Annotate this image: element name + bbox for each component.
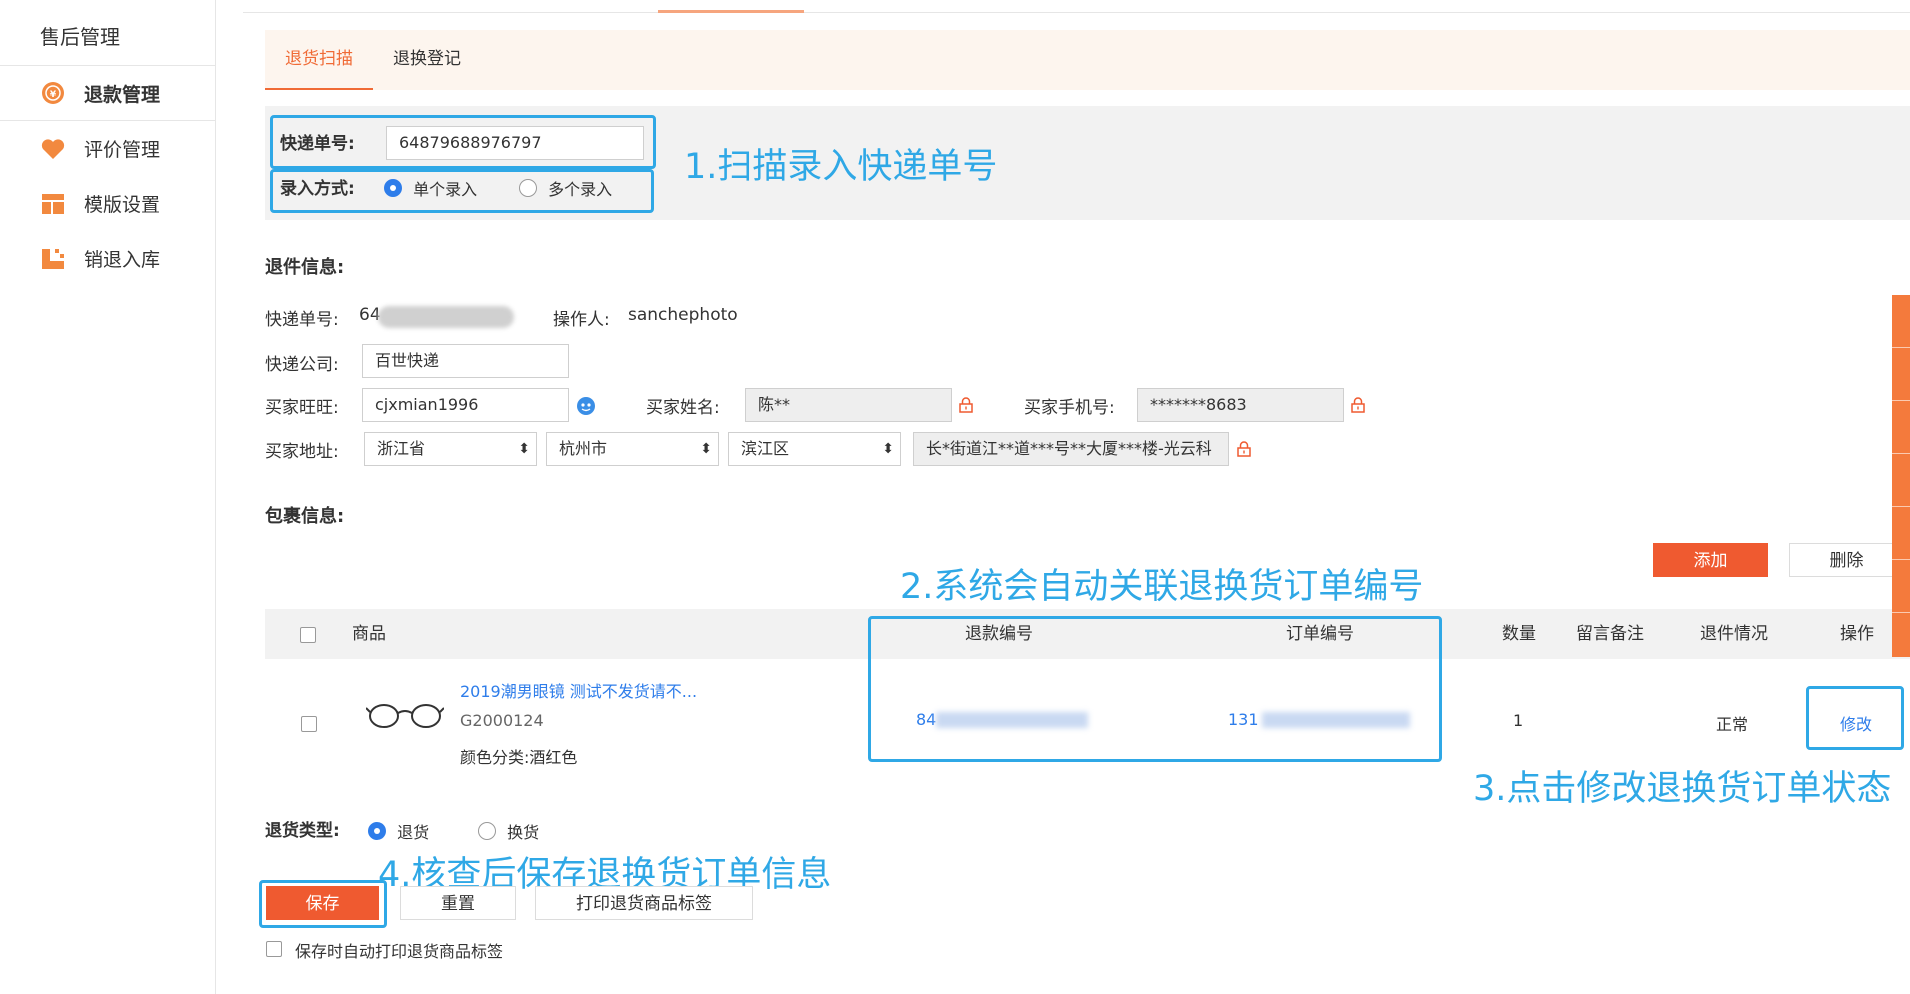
top-divider [243, 12, 1910, 13]
annotation-step1: 1.扫描录入快递单号 [684, 147, 998, 187]
type-return-option[interactable]: 退货 [368, 819, 429, 843]
print-label-button[interactable]: 打印退货商品标签 [535, 886, 753, 920]
auto-print-label: 保存时自动打印退货商品标签 [295, 942, 504, 961]
type-exchange-option[interactable]: 换货 [478, 819, 539, 843]
warehouse-icon [40, 246, 66, 272]
right-float-toolbar[interactable] [1892, 295, 1910, 657]
type-exchange-label: 换货 [507, 823, 540, 842]
th-remark: 留言备注 [1576, 624, 1644, 644]
address-label: 买家地址: [265, 442, 339, 462]
type-return-radio[interactable] [368, 822, 386, 840]
tab-bar: 退货扫描 退换登记 [265, 30, 1910, 90]
wangwang-input[interactable]: cjxmian1996 [362, 388, 569, 422]
th-action: 操作 [1840, 624, 1874, 644]
sidebar-item-label: 销退入库 [84, 249, 161, 271]
row-checkbox[interactable] [301, 716, 317, 732]
select-all-checkbox[interactable] [300, 627, 316, 643]
operator-label: 操作人: [553, 310, 610, 330]
buyer-phone-label: 买家手机号: [1024, 398, 1115, 418]
buyer-name-input[interactable]: 陈** [745, 388, 952, 422]
province-select[interactable]: 浙江省 [364, 432, 537, 466]
buyer-phone-input[interactable]: *******8683 [1137, 388, 1344, 422]
return-type-label: 退货类型: [265, 821, 340, 841]
street-input[interactable]: 长*街道江**道***号**大厦***楼-光云科 [913, 432, 1229, 466]
add-button[interactable]: 添加 [1653, 543, 1768, 577]
district-select[interactable]: 滨江区 [728, 432, 901, 466]
th-product: 商品 [352, 624, 386, 644]
annotation-step2: 2.系统会自动关联退换货订单编号 [900, 567, 1424, 607]
tab-return-scan[interactable]: 退货扫描 [265, 30, 373, 90]
sidebar-item-template[interactable]: 模版设置 [0, 176, 215, 231]
lock-icon[interactable] [958, 397, 974, 413]
sidebar-item-label: 模版设置 [84, 194, 161, 216]
sidebar-item-refund[interactable]: ¥ 退款管理 [0, 66, 215, 121]
delete-button[interactable]: 删除 [1789, 543, 1904, 577]
product-attr: 颜色分类:酒红色 [460, 748, 578, 767]
buyer-name-label: 买家姓名: [646, 398, 720, 418]
highlight-tracking [270, 115, 656, 169]
highlight-edit [1806, 686, 1904, 750]
lock-icon[interactable] [1236, 441, 1252, 457]
courier-input[interactable]: 百世快递 [362, 344, 569, 378]
package-info-title: 包裹信息: [265, 506, 345, 527]
redaction-blur [378, 306, 514, 328]
annotation-step3: 3.点击修改退换货订单状态 [1473, 769, 1892, 809]
sidebar-title: 售后管理 [0, 0, 215, 66]
th-status: 退件情况 [1700, 624, 1768, 644]
row-status: 正常 [1716, 715, 1749, 734]
operator-value: sanchephoto [628, 305, 738, 325]
type-exchange-radio[interactable] [478, 822, 496, 840]
sidebar-item-label: 退款管理 [84, 83, 161, 106]
reset-button[interactable]: 重置 [400, 886, 516, 920]
sidebar-item-review[interactable]: 评价管理 [0, 121, 215, 176]
product-title-link[interactable]: 2019潮男眼镜 测试不发货请不... [460, 678, 697, 702]
row-qty: 1 [1513, 711, 1524, 730]
template-icon [40, 191, 66, 217]
type-return-label: 退货 [397, 823, 430, 842]
auto-print-checkbox[interactable] [266, 941, 282, 957]
lock-icon[interactable] [1350, 397, 1366, 413]
highlight-save [259, 880, 387, 928]
sidebar: 售后管理 ¥ 退款管理 评价管理 模版设置 销退入库 [0, 0, 216, 994]
city-select[interactable]: 杭州市 [546, 432, 719, 466]
courier-label: 快递公司: [265, 355, 339, 375]
heart-icon [40, 136, 66, 162]
glasses-product-image [365, 698, 445, 737]
wangwang-label: 买家旺旺: [265, 398, 339, 418]
return-info-title: 退件信息: [265, 257, 345, 278]
highlight-mode [270, 169, 654, 213]
top-accent [658, 10, 804, 13]
sidebar-item-label: 评价管理 [84, 139, 161, 161]
refund-icon: ¥ [40, 80, 66, 106]
sidebar-item-warehouse[interactable]: 销退入库 [0, 231, 215, 286]
wangwang-chat-icon[interactable] [576, 396, 596, 421]
highlight-order-numbers [868, 616, 1442, 762]
tab-return-register[interactable]: 退换登记 [373, 30, 481, 90]
th-qty: 数量 [1502, 624, 1536, 644]
svg-text:¥: ¥ [50, 90, 57, 100]
info-tracking-label: 快递单号: [265, 310, 339, 330]
product-sku: G2000124 [460, 711, 544, 730]
